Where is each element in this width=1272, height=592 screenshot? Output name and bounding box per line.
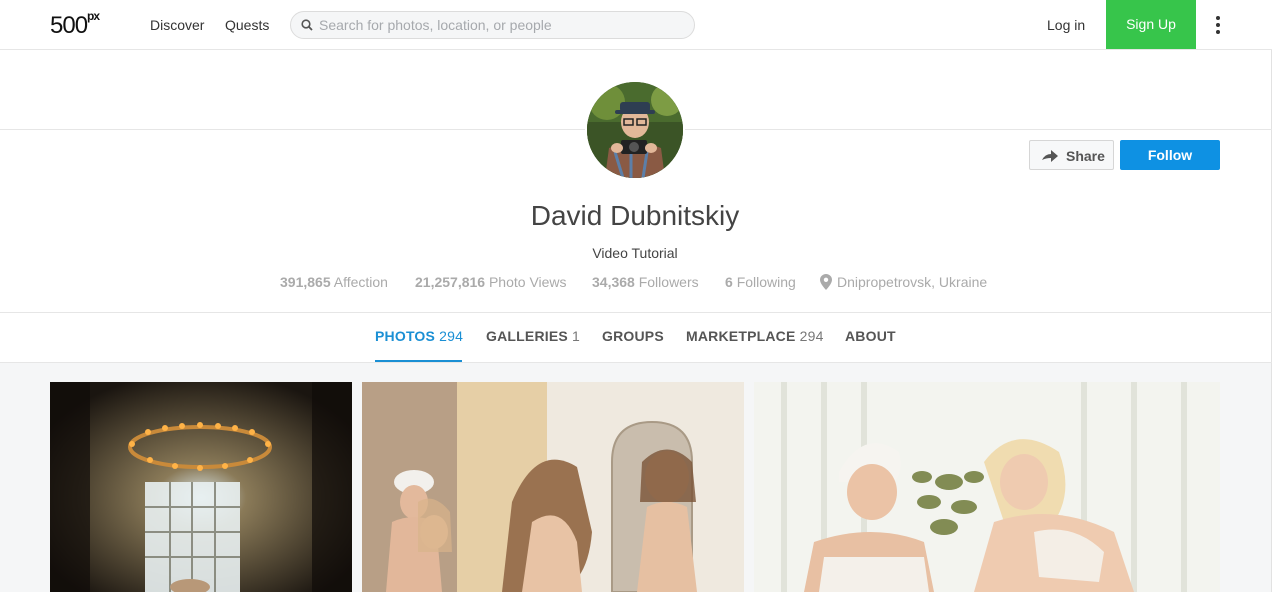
tab-about[interactable]: ABOUT xyxy=(845,328,896,344)
photo-image xyxy=(754,382,1220,592)
tab-photos[interactable]: PHOTOS 294 xyxy=(375,328,463,344)
avatar-image xyxy=(587,82,683,178)
stat-affection: 391,865 Affection xyxy=(280,274,388,290)
share-arrow-icon xyxy=(1042,150,1058,162)
stat-following[interactable]: 6 Following xyxy=(725,274,796,290)
search-icon xyxy=(301,19,313,31)
stat-followers[interactable]: 34,368 Followers xyxy=(592,274,699,290)
profile-subtitle: Video Tutorial xyxy=(592,245,678,261)
profile-name: David Dubnitskiy xyxy=(530,200,740,231)
photo-thumbnail[interactable] xyxy=(362,382,744,592)
share-label: Share xyxy=(1066,148,1105,164)
photo-thumbnail[interactable] xyxy=(50,382,352,592)
profile-location: Dnipropetrovsk, Ukraine xyxy=(837,274,988,290)
tab-galleries[interactable]: GALLERIES 1 xyxy=(486,328,580,344)
photo-image xyxy=(50,382,352,592)
follow-button[interactable]: Follow xyxy=(1120,140,1220,170)
nav-discover-link[interactable]: Discover xyxy=(150,17,204,33)
share-button[interactable]: Share xyxy=(1029,140,1114,170)
stat-photo-views: 21,257,816 Photo Views xyxy=(415,274,567,290)
tab-groups[interactable]: GROUPS xyxy=(602,328,664,344)
location-pin-icon xyxy=(820,274,832,290)
tab-marketplace[interactable]: MARKETPLACE 294 xyxy=(686,328,824,344)
search-input[interactable] xyxy=(319,16,679,34)
nav-quests-link[interactable]: Quests xyxy=(225,17,269,33)
photo-thumbnail[interactable] xyxy=(754,382,1220,592)
top-navigation: 500px Discover Quests Log in Sign Up xyxy=(0,0,1272,50)
more-vertical-icon[interactable] xyxy=(1210,14,1226,36)
photo-image xyxy=(362,382,744,592)
signup-button[interactable]: Sign Up xyxy=(1106,0,1196,49)
tabs-divider-top xyxy=(0,312,1272,313)
logo[interactable]: 500px xyxy=(50,9,100,40)
search-bar[interactable] xyxy=(290,11,695,39)
avatar[interactable] xyxy=(585,80,685,180)
login-link[interactable]: Log in xyxy=(1047,17,1085,33)
